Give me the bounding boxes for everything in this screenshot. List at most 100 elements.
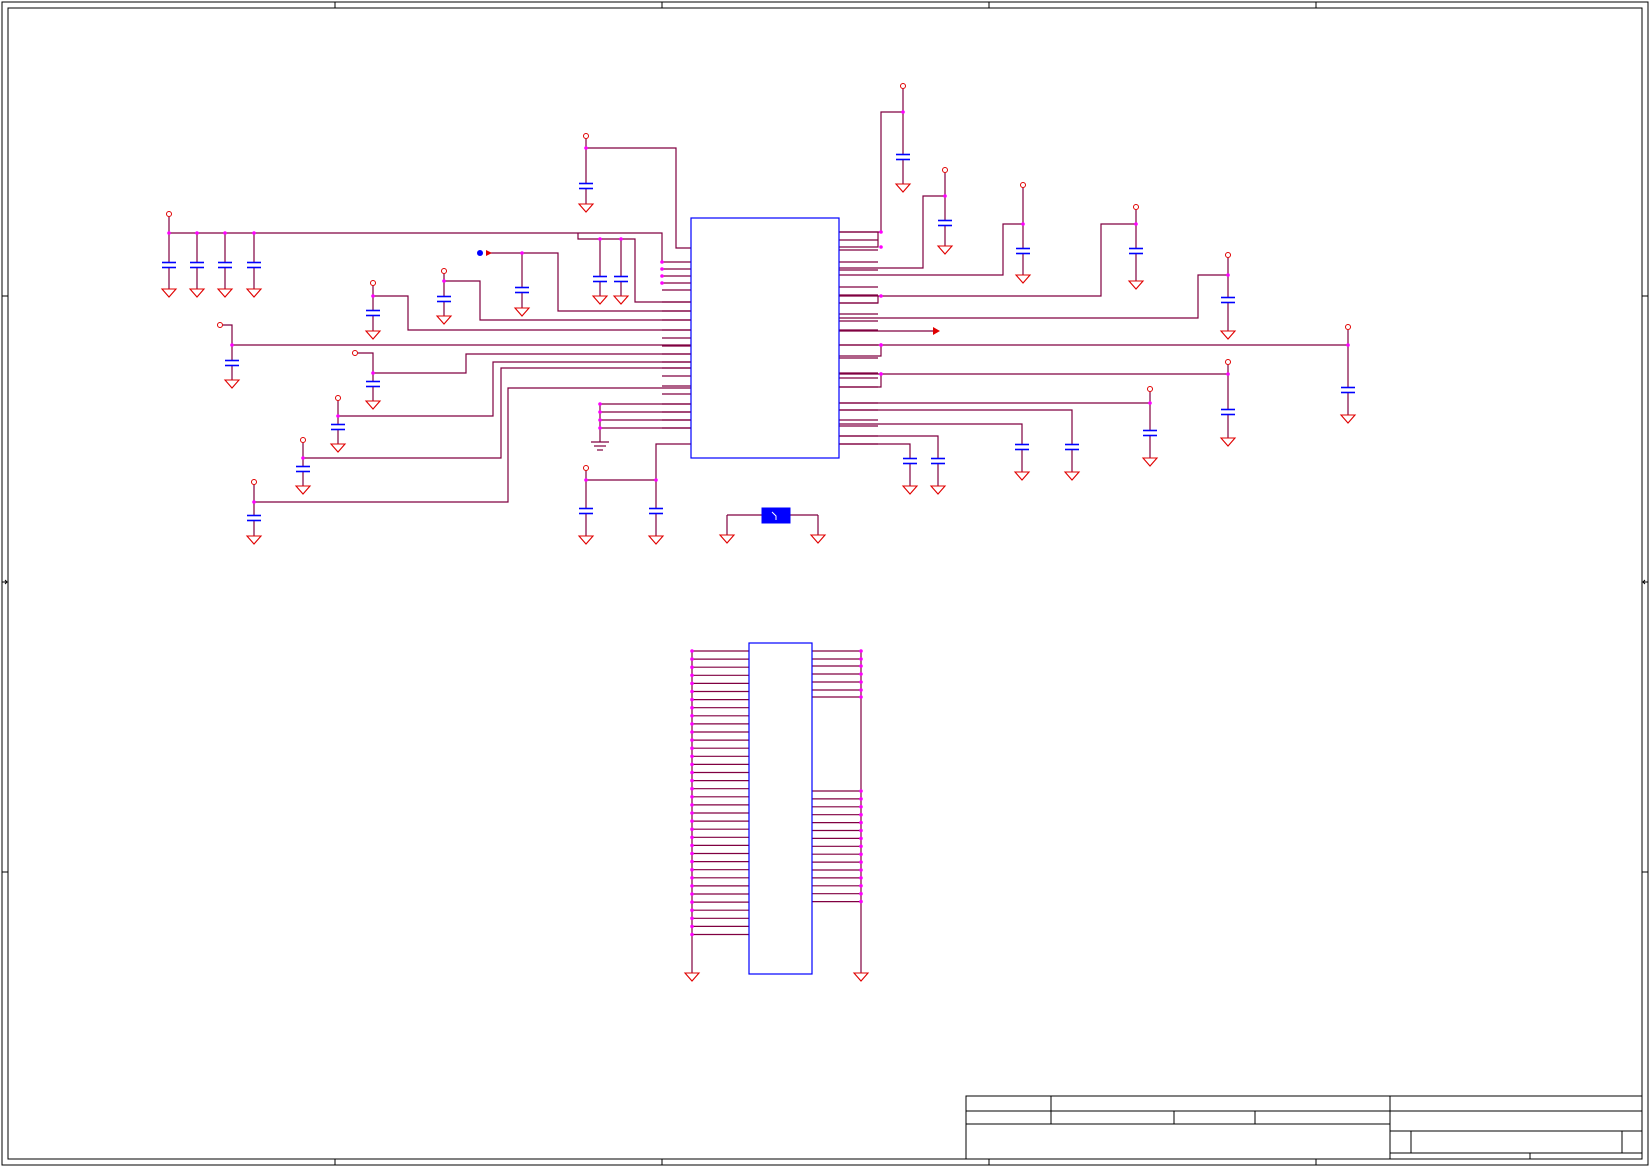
ground-triangle xyxy=(1014,274,1032,284)
ground-triangle xyxy=(809,534,827,544)
title-block xyxy=(965,1095,1643,1160)
ground-symbol xyxy=(188,288,206,298)
power-port xyxy=(217,322,223,328)
junction-dot xyxy=(336,414,340,418)
capacitor xyxy=(593,275,607,283)
ground-symbol xyxy=(160,288,178,298)
junction-dot xyxy=(859,836,863,841)
ground-triangle xyxy=(294,485,312,495)
junction-dot xyxy=(195,231,199,235)
ground-symbol xyxy=(1141,457,1159,467)
power-port xyxy=(942,167,948,173)
capacitor xyxy=(931,457,945,465)
ground-symbol xyxy=(809,534,827,544)
capacitor xyxy=(366,380,380,388)
ground-triangle xyxy=(929,485,947,495)
junction-dot xyxy=(690,924,694,929)
outer-border xyxy=(1,1,1649,1166)
junction-dot xyxy=(859,812,863,817)
junction-dot xyxy=(660,281,664,285)
junction-dot xyxy=(690,876,694,880)
junction-dot xyxy=(167,231,171,235)
junction-dot xyxy=(690,819,694,823)
ground-triangle xyxy=(1339,414,1357,424)
ground-triangle xyxy=(1219,330,1237,340)
junction-dot xyxy=(1021,222,1025,226)
junction-dot xyxy=(690,689,694,694)
ground-symbol xyxy=(1013,471,1031,481)
junction-dot xyxy=(859,657,863,661)
power-port xyxy=(335,395,341,401)
ground-symbol xyxy=(929,485,947,495)
ground-symbol xyxy=(245,288,263,298)
junction-dot xyxy=(690,714,694,718)
ground-symbol xyxy=(612,295,630,305)
ground-triangle xyxy=(1127,280,1145,290)
junction-dot xyxy=(1134,222,1138,226)
wire xyxy=(303,367,691,459)
junction-dot xyxy=(690,730,694,734)
capacitor xyxy=(579,182,593,190)
junction-dot xyxy=(690,697,694,702)
ground-triangle xyxy=(901,485,919,495)
ground-triangle xyxy=(647,535,665,545)
ground-symbol xyxy=(718,534,736,544)
ground-symbol xyxy=(294,485,312,495)
junction-dot xyxy=(1226,273,1230,277)
ground-triangle xyxy=(216,288,234,298)
junction-dot xyxy=(859,860,863,864)
nets xyxy=(168,89,1349,973)
capacitor xyxy=(579,507,593,515)
ground-triangle xyxy=(245,288,263,298)
power-port xyxy=(1225,359,1231,365)
ground-symbol xyxy=(223,379,241,389)
ground-symbol xyxy=(1127,280,1145,290)
sheet-frame xyxy=(1,1,1649,1166)
components xyxy=(160,83,1357,982)
ground-symbol xyxy=(901,485,919,495)
junction-dot xyxy=(690,705,694,710)
junction-dot xyxy=(690,762,694,767)
junction-dot xyxy=(859,899,863,904)
junction-dot xyxy=(690,786,694,791)
junction-dot xyxy=(598,418,602,422)
junction-dot xyxy=(859,688,863,692)
junction-dot xyxy=(1346,343,1350,347)
junction-dot xyxy=(230,343,234,347)
power-port xyxy=(300,437,306,443)
power-port xyxy=(352,350,358,356)
junction-dot xyxy=(1148,401,1152,405)
power-port xyxy=(1133,204,1139,210)
junction-dot xyxy=(690,916,694,921)
ground-triangle xyxy=(577,203,595,213)
junction-dot xyxy=(598,237,602,241)
ground-triangle xyxy=(1063,471,1081,481)
ground-triangle xyxy=(364,400,382,410)
junction-dot xyxy=(690,770,694,775)
ground-triangle xyxy=(852,972,870,982)
junction-dot xyxy=(690,900,694,904)
ground-symbol xyxy=(364,330,382,340)
wire xyxy=(338,361,691,417)
ground-symbol xyxy=(435,315,453,325)
junction-dot xyxy=(252,500,256,504)
ground-symbol xyxy=(577,203,595,213)
ground-triangle xyxy=(364,330,382,340)
ground-symbol xyxy=(852,972,870,982)
wire xyxy=(839,443,911,458)
ground-symbol xyxy=(245,535,263,545)
junction-dot xyxy=(371,294,375,298)
wire xyxy=(358,352,374,381)
junction-dot xyxy=(690,884,694,888)
junction-dot xyxy=(690,795,694,799)
wire xyxy=(254,387,691,503)
junction-dot xyxy=(690,746,694,750)
schematic-canvas xyxy=(1,1,1649,1166)
ground-triangle xyxy=(683,972,701,982)
capacitor xyxy=(1221,296,1235,304)
capacitor xyxy=(1015,443,1029,451)
junction-dot xyxy=(690,811,694,815)
wire xyxy=(839,409,1073,444)
wire xyxy=(839,374,882,388)
capacitor xyxy=(247,261,261,269)
